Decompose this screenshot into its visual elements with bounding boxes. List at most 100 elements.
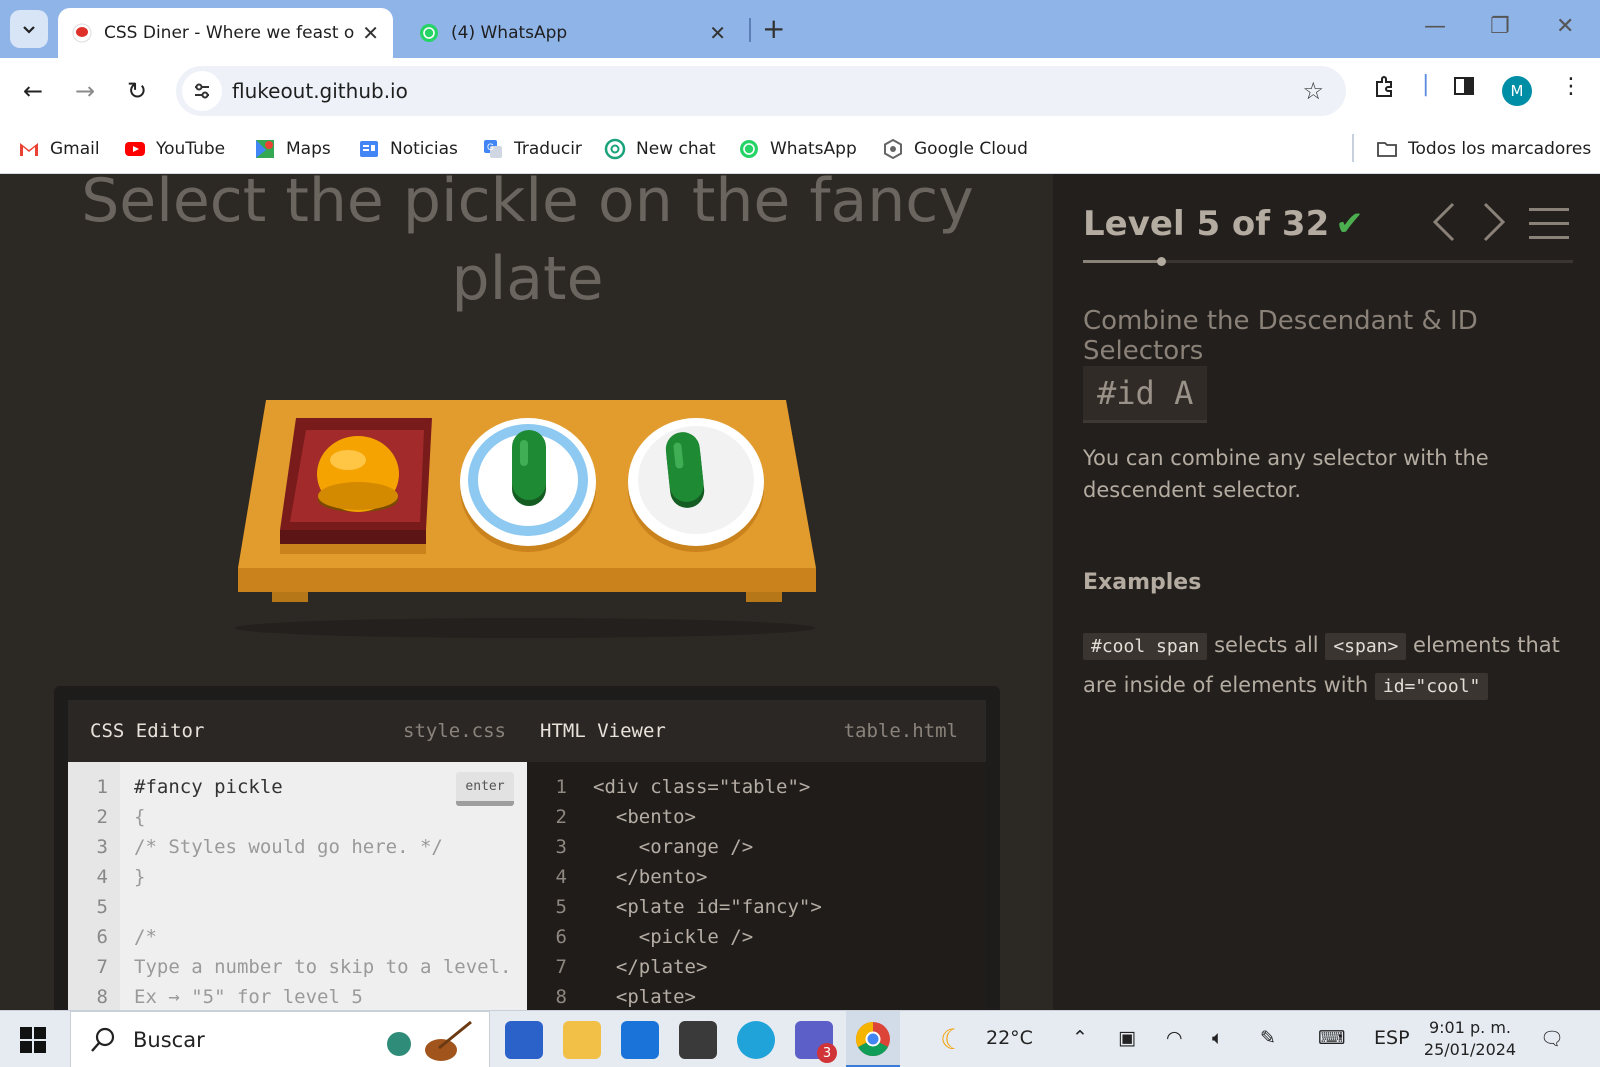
violin-decoration-icon [387,1020,472,1061]
line-number: 8 [96,986,108,1008]
address-bar[interactable]: flukeout.github.io ☆ [176,66,1346,116]
windows-start-icon[interactable] [20,1027,46,1057]
bookmark-traducir[interactable]: G Traducir [482,136,582,162]
line-number: 3 [555,836,567,858]
teams-icon[interactable]: 3 [795,1021,837,1063]
code-line: </plate> [593,956,708,978]
selector-hint: You can combine any selector with the de… [1083,446,1489,502]
checkmark-icon: ✔ [1335,204,1364,244]
bookmark-star-icon[interactable]: ☆ [1302,77,1324,105]
gmail-icon [20,143,38,156]
line-number: 1 [555,776,567,798]
level-progress-fill [1083,260,1162,263]
tab-title: (4) WhatsApp [451,23,568,43]
file-explorer-icon[interactable] [563,1021,601,1059]
html-viewer-header: HTML Viewer table.html [540,700,958,762]
microsoft-store-icon[interactable] [505,1021,543,1059]
close-window-icon[interactable]: ✕ [1556,14,1574,39]
bookmark-whatsapp[interactable]: WhatsApp [738,136,857,162]
meet-now-icon[interactable]: ▣ [1118,1027,1136,1049]
language-indicator[interactable]: ESP [1374,1027,1410,1049]
css-diner-page: Select the pickle on the fancy plate CSS… [0,174,1600,1010]
previous-level-icon[interactable] [1429,200,1459,254]
extensions-icon[interactable] [1372,74,1398,106]
line-number: 2 [555,806,567,828]
bookmark-new-chat[interactable]: New chat [604,136,716,162]
reload-icon[interactable]: ↻ [120,74,154,108]
css-editor-title: CSS Editor [90,720,205,742]
site-settings-icon[interactable] [182,71,222,111]
bookmark-google-cloud[interactable]: Google Cloud [882,136,1028,162]
translate-icon: G [484,140,502,158]
close-icon[interactable]: ✕ [709,21,726,45]
code-line: <plate id="fancy"> [593,896,822,918]
code-line: <orange /> [593,836,754,858]
example-prose: selects all [1214,633,1319,657]
side-panel-icon[interactable] [1452,74,1476,104]
wifi-icon[interactable]: ◠ [1166,1027,1183,1049]
html-viewer-title: HTML Viewer [540,720,666,742]
taskbar-search[interactable]: Buscar [70,1011,490,1067]
tab-search-button[interactable] [10,10,48,48]
line-number: 7 [96,956,108,978]
whatsapp-icon [740,140,758,158]
enter-button[interactable]: enter [456,772,514,806]
tab-whatsapp[interactable]: (4) WhatsApp ✕ [405,8,740,58]
code-line: </bento> [593,866,708,888]
mail-icon[interactable] [621,1021,659,1059]
search-icon [91,1027,115,1052]
line-number: 6 [555,926,567,948]
pen-icon[interactable]: ✎ [1260,1027,1276,1049]
search-placeholder: Buscar [133,1027,205,1052]
html-file-name: table.html [843,720,958,742]
forward-arrow-icon[interactable]: → [68,74,102,108]
chatgpt-icon [604,138,626,160]
example-code: #cool span [1083,633,1208,660]
line-number: 5 [555,896,567,918]
line-number: 7 [555,956,567,978]
svg-text:G: G [487,142,494,152]
profile-avatar[interactable]: M [1502,76,1532,106]
bookmark-youtube[interactable]: YouTube [124,136,225,162]
google-cloud-icon [884,138,902,160]
more-menu-icon[interactable]: ⋮ [1560,74,1582,99]
notifications-icon[interactable]: 🗨︎ [1540,1027,1564,1050]
code-line: #fancy pickle [134,776,283,798]
restore-icon[interactable]: ❐ [1490,14,1510,39]
orange [317,436,399,512]
folder-icon [1377,142,1397,157]
order-instruction: Select the pickle on the fancy plate [81,174,974,314]
bookmark-maps[interactable]: Maps [254,136,331,162]
edge-icon[interactable] [737,1021,775,1059]
chrome-taskbar-item[interactable] [846,1011,900,1067]
next-level-icon[interactable] [1479,200,1509,254]
browser-tab-bar: CSS Diner - Where we feast on CSS ✕ (4) … [0,0,1600,58]
code-editor: CSS Editor style.css HTML Viewer table.h… [54,686,1000,1010]
tab-title: CSS Diner - Where we feast on CSS [104,23,355,43]
tray-expand-icon[interactable]: ⌃ [1072,1027,1088,1049]
new-tab-button[interactable]: + [762,12,785,45]
weather-temp[interactable]: 22°C [986,1027,1033,1049]
code-line: <bento> [593,806,696,828]
level-menu-icon[interactable] [1529,208,1569,239]
html-viewer-pane: 1 <div class="table"> 2 <bento> 3 <orange /… [527,762,986,1010]
back-arrow-icon[interactable]: ← [16,74,50,108]
sublime-text-icon[interactable] [679,1021,717,1059]
all-bookmarks-folder[interactable]: Todos los marcadores [1376,136,1591,162]
browser-toolbar: ← → ↻ flukeout.github.io ☆ | M ⋮ [0,58,1600,124]
css-input-pane[interactable]: 1 #fancy pickle 2 {3 /* Styles would go here… [68,762,527,1010]
code-line: <pickle /> [593,926,754,948]
css-diner-favicon-icon [72,23,92,43]
volume-muted-icon[interactable]: 🔈︎ [1212,1027,1223,1049]
bookmark-noticias[interactable]: Noticias [358,136,458,162]
tab-css-diner[interactable]: CSS Diner - Where we feast on CSS ✕ [58,8,393,58]
example-code: id="cool" [1374,673,1489,700]
bookmark-gmail[interactable]: Gmail [18,136,100,162]
touch-keyboard-icon[interactable]: ⌨ [1318,1027,1345,1049]
close-icon[interactable]: ✕ [362,21,379,45]
system-clock[interactable]: 9:01 p. m. 25/01/2024 [1418,1017,1522,1061]
windows-taskbar: Buscar 3 ☾ 22°C ⌃ ▣ ◠ 🔈︎ ✎ ⌨ ESP 9:01 p.… [0,1010,1600,1067]
bookmarks-bar: Gmail YouTube Maps Noticias G Traducir N… [0,124,1600,174]
level-progress-dot [1157,257,1167,266]
minimize-icon[interactable]: — [1424,14,1446,39]
